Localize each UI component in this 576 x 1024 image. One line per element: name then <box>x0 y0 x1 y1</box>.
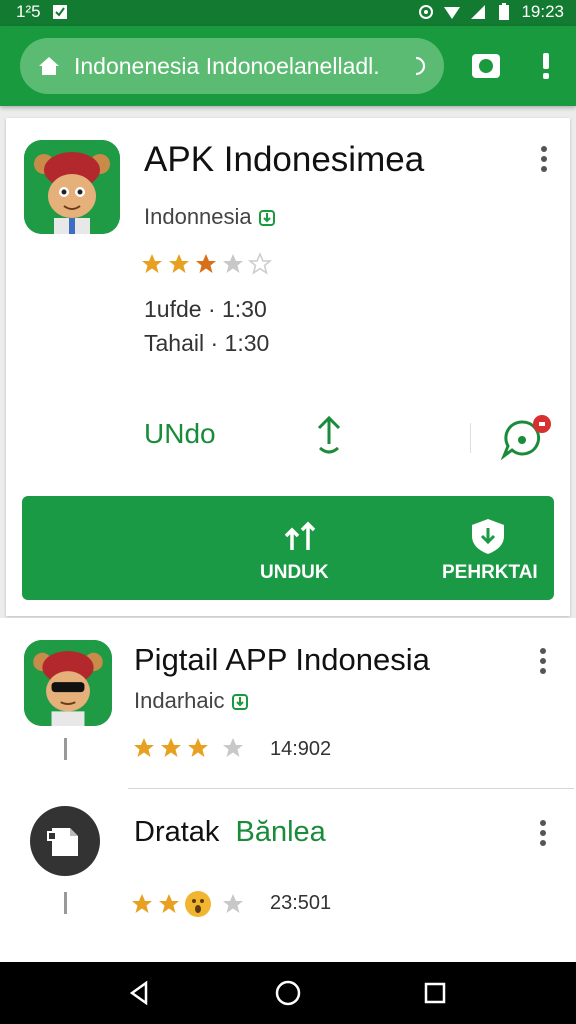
star-empty-icon <box>223 254 243 273</box>
list-item-1-title[interactable]: Pigtail APP Indonesia <box>134 642 430 678</box>
list-item-2-icon[interactable] <box>30 806 100 876</box>
overflow-menu-icon[interactable] <box>528 48 564 84</box>
screenshot-icon[interactable] <box>468 48 504 84</box>
chat-notification-icon[interactable] <box>500 414 556 460</box>
browser-toolbar: Indonenesia Indonoelanelladl. <box>0 26 576 106</box>
star-outline-icon <box>248 252 272 275</box>
verified-icon <box>258 210 275 226</box>
download-icon[interactable] <box>282 516 322 556</box>
status-bar: 1²5 19:23 <box>0 0 576 26</box>
star-filled-icon <box>188 738 208 757</box>
recents-icon[interactable] <box>420 978 450 1008</box>
star-filled-icon <box>169 254 189 273</box>
star-filled-icon <box>159 894 179 913</box>
status-time: 19:23 <box>521 2 564 21</box>
developer-name[interactable]: Indonnesia <box>144 204 276 230</box>
star-filled-icon <box>142 254 162 273</box>
rating-stars <box>140 252 272 276</box>
signal-icon <box>471 5 486 19</box>
mascot-icon <box>24 140 120 234</box>
list-item-1-more-icon[interactable] <box>537 646 549 676</box>
star-empty-icon <box>223 738 243 757</box>
sync-icon <box>419 5 434 19</box>
list-item-1-stars <box>132 736 245 760</box>
notify-button[interactable]: PEHRKTAI <box>442 562 538 584</box>
more-options-icon[interactable] <box>538 144 550 174</box>
share-upload-icon[interactable] <box>314 414 344 456</box>
meta-line-2: Tahail · 1:30 <box>144 330 270 356</box>
verified-icon <box>231 694 248 710</box>
app-icon[interactable] <box>24 140 120 234</box>
url-text[interactable]: Indonenesia Indonoelanelladl. <box>74 53 404 80</box>
list-item-2-stars <box>130 890 245 918</box>
action-bar: UNDUK PEHRKTAI <box>22 496 554 600</box>
mascot-sunglasses-icon <box>24 640 112 726</box>
download-button[interactable]: UNDUK <box>260 562 329 584</box>
app-list: Pigtail APP Indonesia Indarhaic 14:902 D… <box>0 618 576 964</box>
meta-line-1: 1ufde · 1:30 <box>144 296 267 322</box>
reload-icon[interactable] <box>408 55 430 77</box>
app-title: APK Indonesimea <box>144 140 425 179</box>
undo-button[interactable]: UNdo <box>144 418 216 450</box>
status-left-text: 1²5 <box>16 2 41 21</box>
star-filled-icon <box>132 894 152 913</box>
app-detail-card: APK Indonesimea Indonnesia 1ufde · 1:30 … <box>6 118 570 616</box>
back-icon[interactable] <box>124 978 154 1008</box>
wifi-icon <box>444 7 461 19</box>
star-filled-icon <box>196 254 216 273</box>
list-item-2-title-a: Dratak <box>134 816 220 848</box>
emoji-face-icon <box>185 891 211 917</box>
home-nav-icon[interactable] <box>273 978 303 1008</box>
list-item-2-more-icon[interactable] <box>537 818 549 848</box>
action-divider <box>470 423 471 453</box>
star-empty-icon <box>223 894 243 913</box>
notify-shield-icon[interactable] <box>468 516 508 556</box>
url-bar[interactable]: Indonenesia Indonoelanelladl. <box>20 38 444 94</box>
list-item-2-title[interactable]: Dratak Bănlea <box>134 816 326 849</box>
system-nav-bar <box>0 962 576 1024</box>
star-filled-icon <box>134 738 154 757</box>
star-filled-icon <box>161 738 181 757</box>
list-divider-tick <box>64 738 67 760</box>
list-item-2-title-b: Bănlea <box>235 816 326 848</box>
list-item-1-rating-count: 14:902 <box>270 738 332 760</box>
notification-icon <box>52 5 67 19</box>
battery-icon <box>499 3 510 20</box>
list-item-1-developer[interactable]: Indarhaic <box>134 688 249 714</box>
home-icon[interactable] <box>38 55 60 77</box>
developer-label: Indonnesia <box>144 204 252 229</box>
list-divider-tick <box>64 892 67 914</box>
list-item-1-icon[interactable] <box>24 640 112 726</box>
list-separator <box>128 788 574 789</box>
list-item-2-rating-count: 23:501 <box>270 892 332 914</box>
list-item-1-developer-label: Indarhaic <box>134 688 225 713</box>
document-icon <box>47 828 78 856</box>
